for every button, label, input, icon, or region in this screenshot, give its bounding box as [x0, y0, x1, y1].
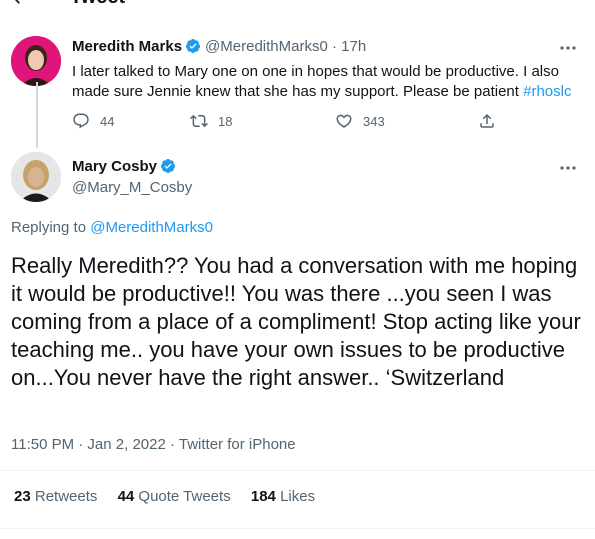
verified-badge-icon: [186, 39, 201, 53]
main-tweet-text: Really Meredith?? You had a conversation…: [11, 253, 581, 390]
reply-button[interactable]: 44: [72, 112, 114, 130]
more-options-icon[interactable]: [558, 43, 578, 53]
like-button[interactable]: 343: [335, 112, 385, 130]
author-name[interactable]: Mary Cosby: [72, 158, 157, 175]
retweets-stat[interactable]: 23 Retweets: [14, 488, 97, 505]
replying-to: Replying to @MeredithMarks0: [11, 219, 213, 236]
separator: ·: [331, 38, 337, 55]
avatar-image: [11, 152, 61, 202]
tweet-stats: 23 Retweets 44 Quote Tweets 184 Likes: [14, 488, 331, 505]
retweet-count: 18: [218, 113, 233, 129]
retweet-button[interactable]: 18: [190, 112, 232, 130]
author-handle[interactable]: @MeredithMarks0: [205, 38, 328, 55]
share-icon: [480, 113, 494, 128]
reply-count: 44: [100, 113, 115, 129]
divider: [0, 470, 595, 471]
author-name[interactable]: Meredith Marks: [72, 38, 182, 55]
quote-tweets-stat[interactable]: 44 Quote Tweets: [118, 488, 231, 505]
more-options-icon[interactable]: [558, 163, 578, 173]
avatar[interactable]: [11, 36, 61, 86]
page-title: Tweet: [70, 0, 125, 9]
likes-stat[interactable]: 184 Likes: [251, 488, 315, 505]
share-button[interactable]: [478, 112, 506, 130]
replying-to-link[interactable]: @MeredithMarks0: [90, 219, 213, 236]
parent-tweet-text: I later talked to Mary one on one in hop…: [72, 63, 572, 100]
reply-icon: [73, 113, 89, 129]
tweet-timestamp[interactable]: 11:50 PM · Jan 2, 2022 · Twitter for iPh…: [11, 436, 296, 453]
tweet-time[interactable]: 17h: [341, 38, 366, 55]
parent-tweet-header: Meredith Marks @MeredithMarks0 · 17h: [72, 38, 366, 56]
divider: [0, 528, 595, 529]
hashtag-link[interactable]: #rhoslc: [523, 83, 571, 100]
like-count: 343: [363, 113, 385, 129]
back-arrow-icon[interactable]: [10, 0, 30, 8]
main-tweet-author: Mary Cosby: [72, 158, 180, 176]
avatar[interactable]: [11, 152, 61, 202]
author-handle[interactable]: @Mary_M_Cosby: [72, 179, 192, 196]
avatar-image: [11, 36, 61, 86]
verified-badge-icon: [161, 159, 176, 173]
like-icon: [336, 114, 352, 128]
page-header: Tweet: [0, 0, 595, 12]
thread-line: [36, 82, 38, 148]
retweet-icon: [190, 114, 208, 128]
tweet-actions: 44 18 343: [72, 112, 512, 134]
